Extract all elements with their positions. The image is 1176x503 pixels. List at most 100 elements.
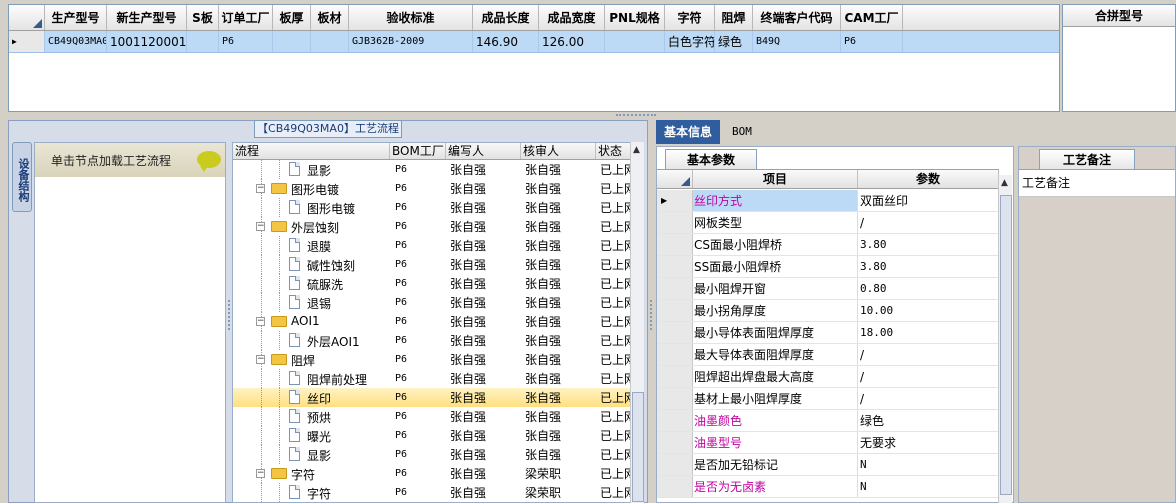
order-grid-row[interactable]: ▶CB49Q03MA010011200012989P6GJB362B-20091… bbox=[9, 31, 1059, 53]
param-value[interactable]: N bbox=[858, 476, 999, 497]
horizontal-splitter[interactable] bbox=[0, 113, 1176, 119]
grid-col-header[interactable]: 新生产型号 bbox=[107, 5, 187, 30]
row-indicator[interactable] bbox=[657, 366, 693, 387]
tree-node[interactable]: 显影 bbox=[233, 160, 390, 179]
row-indicator[interactable] bbox=[657, 476, 693, 497]
tree-col-header[interactable]: BOM工厂 bbox=[390, 143, 446, 159]
tree-node[interactable]: 阻焊前处理 bbox=[233, 369, 390, 388]
tree-node[interactable]: 预烘 bbox=[233, 407, 390, 426]
row-indicator[interactable] bbox=[657, 432, 693, 453]
tree-col-header[interactable]: 编写人 bbox=[446, 143, 521, 159]
param-value[interactable]: 18.00 bbox=[858, 322, 999, 343]
grid-cell[interactable]: B49Q bbox=[753, 31, 841, 52]
tree-row[interactable]: 字符 P6 张自强 梁荣职 已上网 bbox=[233, 483, 643, 502]
tree-node[interactable]: 丝印 bbox=[233, 388, 390, 407]
splitter-grip[interactable] bbox=[616, 114, 656, 117]
collapse-toggle-icon[interactable]: − bbox=[256, 222, 265, 231]
grid-cell[interactable]: 126.00 bbox=[539, 31, 605, 52]
param-row[interactable]: 最小拐角厚度 10.00 bbox=[657, 300, 999, 322]
tree-row[interactable]: − 字符 P6 张自强 梁荣职 已上网 bbox=[233, 464, 643, 483]
process-tree[interactable]: 流程 BOM工厂 编写人 核审人 状态 显影 P6 张自强 张自强 已上网 − 图形电镀 P6 张自强张… bbox=[232, 142, 644, 503]
grid-col-header[interactable]: S板 bbox=[187, 5, 219, 30]
row-indicator[interactable] bbox=[657, 256, 693, 277]
tree-row[interactable]: 显影 P6 张自强 张自强 已上网 bbox=[233, 160, 643, 179]
tree-row[interactable]: 显影 P6 张自强 张自强 已上网 bbox=[233, 445, 643, 464]
process-tree-scrollbar[interactable]: ▲ bbox=[630, 142, 644, 503]
scroll-up-icon[interactable]: ▲ bbox=[1001, 178, 1008, 188]
scrollbar-thumb[interactable] bbox=[632, 392, 644, 502]
param-value[interactable]: 10.00 bbox=[858, 300, 999, 321]
order-grid[interactable]: 生产型号 新生产型号 S板 订单工厂 板厚 板材 验收标准 成品长度 成品宽度 PNL规格 字符 阻焊… bbox=[8, 4, 1060, 112]
grid-cell[interactable] bbox=[187, 31, 219, 52]
tree-node[interactable]: − 图形电镀 bbox=[233, 179, 390, 198]
row-indicator[interactable]: ▶ bbox=[657, 190, 693, 211]
scroll-up-icon[interactable]: ▲ bbox=[633, 145, 640, 155]
tree-row[interactable]: 外层AOI1 P6 张自强 张自强 已上网 bbox=[233, 331, 643, 350]
tab-basic-info[interactable]: 基本信息 bbox=[656, 120, 721, 144]
grid-cell[interactable]: 绿色 bbox=[715, 31, 753, 52]
param-value[interactable]: / bbox=[858, 366, 999, 387]
grid-col-header[interactable]: 字符 bbox=[665, 5, 715, 30]
param-value[interactable]: 双面丝印 bbox=[858, 190, 999, 211]
tree-row[interactable]: 硫脲洗 P6 张自强 张自强 已上网 bbox=[233, 274, 643, 293]
grid-col-header[interactable]: 订单工厂 bbox=[219, 5, 273, 30]
param-value[interactable]: 无要求 bbox=[858, 432, 999, 453]
load-process-header[interactable]: 单击节点加载工艺流程 bbox=[35, 143, 225, 177]
param-row[interactable]: 最小导体表面阻焊厚度 18.00 bbox=[657, 322, 999, 344]
tree-row[interactable]: − 外层蚀刻 P6 张自强 张自强 已上网 bbox=[233, 217, 643, 236]
row-indicator[interactable] bbox=[657, 234, 693, 255]
tree-col-header[interactable]: 核审人 bbox=[521, 143, 596, 159]
param-row[interactable]: 网板类型 / bbox=[657, 212, 999, 234]
param-row[interactable]: 油墨型号 无要求 bbox=[657, 432, 999, 454]
grid-cell[interactable]: 白色字符 bbox=[665, 31, 715, 52]
tree-node[interactable]: 硫脲洗 bbox=[233, 274, 390, 293]
grid-col-header[interactable]: 成品宽度 bbox=[539, 5, 605, 30]
grid-cell[interactable]: GJB362B-2009 bbox=[349, 31, 473, 52]
param-row[interactable]: CS面最小阻焊桥 3.80 bbox=[657, 234, 999, 256]
param-value[interactable]: 3.80 bbox=[858, 256, 999, 277]
tree-node[interactable]: − 字符 bbox=[233, 464, 390, 483]
param-value[interactable]: / bbox=[858, 388, 999, 409]
tree-node[interactable]: − 阻焊 bbox=[233, 350, 390, 369]
tab-bom[interactable]: BOM bbox=[724, 120, 760, 144]
grid-col-header[interactable]: 成品长度 bbox=[473, 5, 539, 30]
tree-row[interactable]: − 图形电镀 P6 张自强 张自强 已上网 bbox=[233, 179, 643, 198]
grid-cell[interactable]: CB49Q03MA0 bbox=[45, 31, 107, 52]
tree-node[interactable]: 曝光 bbox=[233, 426, 390, 445]
grid-cell[interactable]: P6 bbox=[841, 31, 903, 52]
param-row[interactable]: 最小阻焊开窗 0.80 bbox=[657, 278, 999, 300]
tree-node[interactable]: 退锡 bbox=[233, 293, 390, 312]
tree-node[interactable]: 字符 bbox=[233, 483, 390, 502]
grid-cell[interactable]: 10011200012989 bbox=[107, 31, 187, 52]
param-row[interactable]: 是否加无铅标记 N bbox=[657, 454, 999, 476]
tab-basic-params[interactable]: 基本参数 bbox=[665, 149, 757, 169]
tree-node[interactable]: 退膜 bbox=[233, 236, 390, 255]
grid-col-header[interactable]: 板材 bbox=[311, 5, 349, 30]
row-indicator[interactable] bbox=[657, 278, 693, 299]
row-indicator[interactable] bbox=[657, 454, 693, 475]
tree-node[interactable]: 显影 bbox=[233, 445, 390, 464]
tree-row[interactable]: 阻焊前处理 P6 张自强 张自强 已上网 bbox=[233, 369, 643, 388]
tree-node[interactable]: 外层AOI1 bbox=[233, 331, 390, 350]
collapse-toggle-icon[interactable]: − bbox=[256, 184, 265, 193]
param-row[interactable]: 是否为无卤素 N bbox=[657, 476, 999, 498]
middle-splitter-grip[interactable] bbox=[650, 300, 654, 330]
row-indicator[interactable] bbox=[657, 322, 693, 343]
param-value[interactable]: / bbox=[858, 212, 999, 233]
param-value[interactable]: 绿色 bbox=[858, 410, 999, 431]
scrollbar-thumb[interactable] bbox=[1000, 195, 1012, 495]
tree-row[interactable]: − AOI1 P6 张自强 张自强 已上网 bbox=[233, 312, 643, 331]
param-row[interactable]: 基材上最小阻焊厚度 / bbox=[657, 388, 999, 410]
row-indicator[interactable] bbox=[657, 300, 693, 321]
grid-col-header[interactable]: 生产型号 bbox=[45, 5, 107, 30]
tab-process-remarks[interactable]: 工艺备注 bbox=[1039, 149, 1135, 169]
param-row[interactable]: SS面最小阻焊桥 3.80 bbox=[657, 256, 999, 278]
row-indicator[interactable] bbox=[657, 388, 693, 409]
grid-cell[interactable] bbox=[273, 31, 311, 52]
grid-col-header[interactable]: 验收标准 bbox=[349, 5, 473, 30]
param-value[interactable]: 0.80 bbox=[858, 278, 999, 299]
param-row[interactable]: 最大导体表面阻焊厚度 / bbox=[657, 344, 999, 366]
tree-node[interactable]: − 外层蚀刻 bbox=[233, 217, 390, 236]
grid-cell[interactable]: P6 bbox=[219, 31, 273, 52]
tree-row[interactable]: 退锡 P6 张自强 张自强 已上网 bbox=[233, 293, 643, 312]
